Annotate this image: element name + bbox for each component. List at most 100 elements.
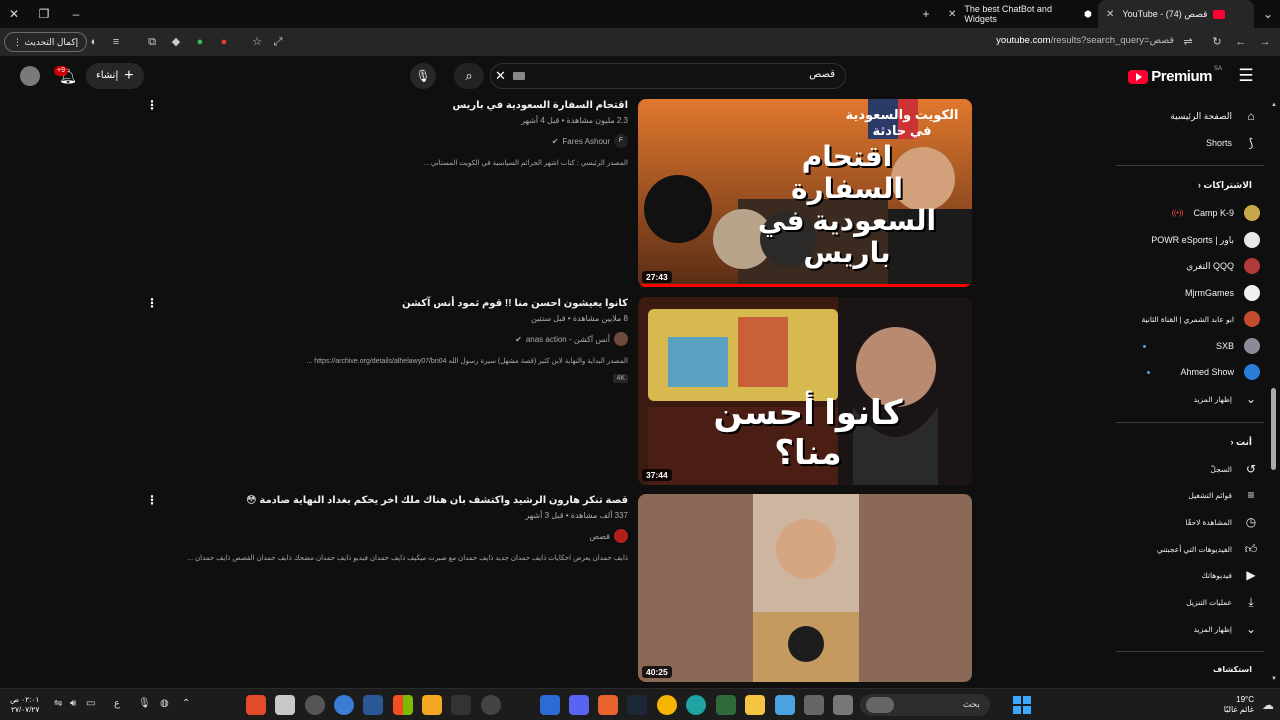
system-clock[interactable]: ٠٢:٠١ ص ٢٧/٠٧/٢٧	[10, 695, 39, 715]
site-settings-icon[interactable]: ⇌	[1180, 34, 1196, 50]
channel-link[interactable]: ᖴ Fares Ashour ✔	[148, 134, 628, 148]
youtube-premium-logo[interactable]: Premium SA	[1128, 66, 1222, 85]
extension-icon[interactable]: ◐	[86, 34, 102, 50]
sidebar-subscription[interactable]: SXB	[1120, 333, 1260, 359]
sidebar-show-more[interactable]: إظهار المزيد ⌄	[1120, 386, 1260, 412]
video-title[interactable]: كانوا يعيشون احسن منا !! قوم ثمود أنس آك…	[148, 297, 628, 311]
hamburger-menu-icon[interactable]: ☰	[1236, 66, 1256, 86]
video-title[interactable]: قصة تنكر هارون الرشيد واكتشف بان هناك مل…	[148, 494, 628, 508]
create-button[interactable]: إنشاء +	[86, 63, 144, 89]
taskbar-app-icon[interactable]	[716, 695, 736, 715]
video-title[interactable]: اقتحام السفارة السعودية في باريس	[148, 99, 628, 113]
sidebar-item-home[interactable]: الصفحة الرئيسية ⌂	[1120, 103, 1260, 129]
reload-icon[interactable]: ↻	[1209, 34, 1225, 50]
finish-update-button[interactable]: ⋮ إكمال التحديث	[4, 32, 88, 52]
sidebar-item-liked[interactable]: الفيديوهات التي أعجبتني 👍︎	[1120, 536, 1260, 562]
chevron-up-icon[interactable]: ⌃	[182, 698, 190, 709]
tray-app-icon[interactable]: ◍	[160, 698, 169, 709]
chrome-icon[interactable]	[657, 695, 677, 715]
sidebar-subscription[interactable]: التغري QQQ	[1120, 253, 1260, 279]
scroll-down-arrow-icon[interactable]: ▼	[1271, 676, 1277, 682]
minimize-window-icon[interactable]: –	[66, 4, 86, 24]
video-thumbnail[interactable]: 40:25	[638, 494, 972, 682]
close-tab-icon[interactable]: ✕	[948, 9, 956, 20]
taskbar-app-icon[interactable]	[804, 695, 824, 715]
taskbar-app-icon[interactable]	[775, 695, 795, 715]
restore-window-icon[interactable]: ❐	[34, 4, 54, 24]
scroll-up-arrow-icon[interactable]: ▲	[1271, 102, 1277, 108]
video-result[interactable]: ⋮ قصة تنكر هارون الرشيد واكتشف بان هناك …	[140, 494, 972, 684]
taskbar-app-icon[interactable]	[540, 695, 560, 715]
video-result[interactable]: ⋮ كانوا يعيشون احسن منا !! قوم ثمود أنس …	[140, 297, 972, 487]
taskbar-search-input[interactable]: بحث	[860, 694, 990, 716]
sidebar-item-shorts[interactable]: Shorts ⟆	[1120, 130, 1260, 156]
microphone-icon[interactable]: 🎙︎	[138, 698, 151, 709]
taskbar-app-icon[interactable]	[451, 695, 471, 715]
battery-icon[interactable]: ▭	[86, 698, 95, 709]
volume-icon[interactable]: 🔊︎	[70, 698, 76, 709]
sidebar-item-your-videos[interactable]: فيديوهاتك ▶	[1120, 562, 1260, 588]
close-tab-icon[interactable]: ✕	[1106, 9, 1114, 20]
share-icon[interactable]: ⤢	[270, 34, 286, 50]
sidebar-subscription[interactable]: ((•)) Camp K-9	[1120, 200, 1260, 226]
extension-icon[interactable]: ●	[192, 34, 208, 50]
file-explorer-icon[interactable]	[745, 695, 765, 715]
forward-icon[interactable]: ←	[1233, 34, 1249, 50]
sidebar-item-history[interactable]: السجلّ ↺	[1120, 456, 1260, 482]
extensions-puzzle-icon[interactable]: ⧉	[144, 34, 160, 50]
bookmark-star-icon[interactable]: ☆	[249, 34, 265, 50]
sidebar-item-watch-later[interactable]: المشاهدة لاحقًا ◷	[1120, 509, 1260, 535]
subscriptions-heading[interactable]: › الاشتراكات	[1192, 180, 1252, 191]
taskbar-app-icon[interactable]	[334, 695, 354, 715]
taskbar-app-icon[interactable]	[363, 695, 383, 715]
account-avatar[interactable]	[20, 66, 40, 86]
address-bar[interactable]: youtube.com/results?search_query=قصص	[996, 35, 1174, 46]
channel-link[interactable]: قصص	[148, 529, 628, 543]
sidebar-subscription[interactable]: ابو عابد الشمري | القناة الثانية	[1120, 306, 1260, 332]
windows-start-icon[interactable]	[1013, 696, 1031, 714]
extension-icon[interactable]: ◆	[168, 34, 184, 50]
tab-chatbot[interactable]: ✕ The best ChatBot and Widgets ⬢	[940, 0, 1100, 28]
steam-icon[interactable]	[627, 695, 647, 715]
sidebar-scrollbar[interactable]	[1271, 388, 1276, 470]
taskbar-app-icon[interactable]	[246, 695, 266, 715]
video-result[interactable]: ⋮ اقتحام السفارة السعودية في باريس 2.3 م…	[140, 99, 972, 289]
microsoft-store-icon[interactable]	[393, 695, 413, 715]
network-icon[interactable]: ⇋	[54, 698, 62, 709]
video-thumbnail[interactable]: كانوا أحسن منا؟ 37:44	[638, 297, 972, 485]
sidebar-subscription[interactable]: Ahmed Show	[1120, 359, 1260, 385]
sidebar-show-more[interactable]: إظهار المزيد ⌄	[1120, 616, 1260, 642]
keyboard-icon[interactable]	[513, 72, 525, 80]
taskbar-app-icon[interactable]	[275, 695, 295, 715]
clear-search-icon[interactable]: ✕	[495, 68, 506, 84]
taskbar-app-icon[interactable]	[481, 695, 501, 715]
tab-youtube[interactable]: ✕ YouTube - قصص (74)	[1098, 0, 1254, 28]
edge-icon[interactable]	[686, 695, 706, 715]
settings-gear-icon[interactable]	[305, 695, 325, 715]
search-button[interactable]: ⌕	[454, 63, 484, 89]
discord-icon[interactable]	[569, 695, 589, 715]
search-input[interactable]: ✕ قصص	[490, 63, 846, 89]
you-heading[interactable]: › أنت	[1224, 437, 1252, 448]
channel-avatar[interactable]: ᖴ	[614, 134, 628, 148]
weather-widget[interactable]: ☁ 19°C غائم غالبًا	[1224, 695, 1274, 715]
video-thumbnail[interactable]: الكويت والسعودية في حادثة اقتحام السفارة…	[638, 99, 972, 287]
input-language[interactable]: ع	[114, 698, 120, 709]
close-window-icon[interactable]: ✕	[4, 4, 24, 24]
back-icon[interactable]: →	[1257, 34, 1273, 50]
taskbar-app-icon[interactable]	[422, 695, 442, 715]
task-view-icon[interactable]	[833, 695, 853, 715]
channel-avatar[interactable]	[614, 332, 628, 346]
new-tab-icon[interactable]: +	[916, 4, 936, 24]
channel-link[interactable]: أنس آكشن - anas action ✔	[148, 332, 628, 346]
sidebar-item-playlists[interactable]: قوائم التشغيل ≡	[1120, 482, 1260, 508]
sidebar-subscription[interactable]: MjrmGames	[1120, 280, 1260, 306]
extension-icon[interactable]: ●	[216, 34, 232, 50]
tab-list-chevron-icon[interactable]: ⌄	[1258, 4, 1278, 24]
channel-avatar[interactable]	[614, 529, 628, 543]
notifications-bell-icon[interactable]: 🔔︎ +9	[54, 64, 80, 88]
voice-search-mic-icon[interactable]: 🎙︎	[410, 63, 436, 89]
extension-icon[interactable]: ≡	[108, 34, 124, 50]
sidebar-subscription[interactable]: POWR eSports | باور	[1120, 227, 1260, 253]
taskbar-app-icon[interactable]	[598, 695, 618, 715]
